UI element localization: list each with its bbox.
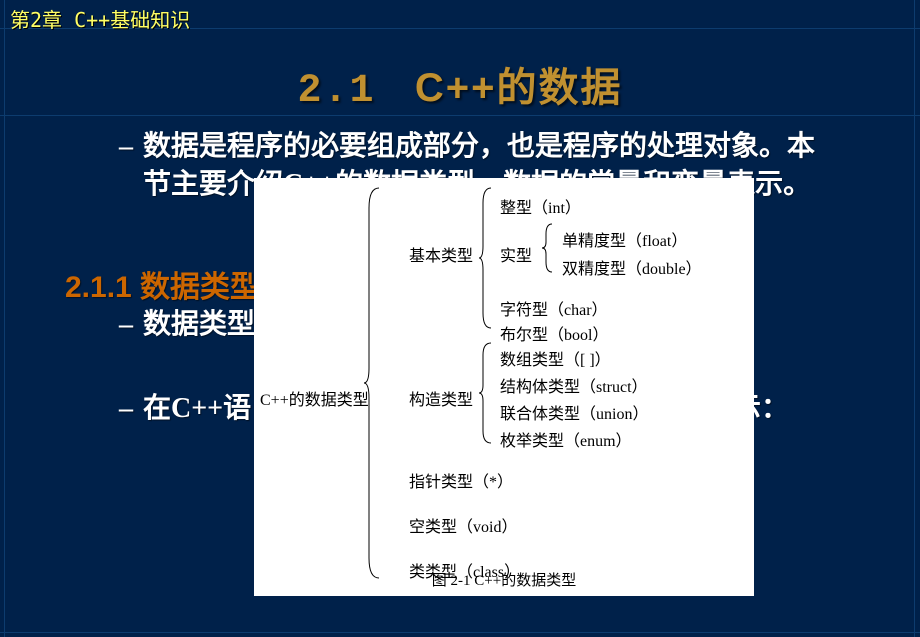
diagram-root-label: C++的数据类型	[260, 386, 369, 410]
diagram-int-label: 整型（int）	[500, 194, 581, 218]
subsection-heading: 2.1.1 数据类型	[65, 262, 260, 306]
brace-icon	[364, 188, 384, 578]
type-hierarchy-diagram: C++的数据类型 基本类型 整型（int） 实型 单精度型（float） 双精度…	[254, 178, 754, 596]
section-number: 2.1	[298, 69, 376, 114]
diagram-double-label: 双精度型（double）	[562, 255, 702, 279]
diagram-struct-label: 结构体类型（struct）	[500, 373, 648, 397]
section-title-text: C++的数据	[415, 66, 623, 110]
brace-icon	[479, 188, 495, 328]
diagram-bool-label: 布尔型（bool）	[500, 321, 608, 345]
diagram-real-label: 实型	[500, 242, 532, 266]
diagram-union-label: 联合体类型（union）	[500, 400, 648, 424]
diagram-char-label: 字符型（char）	[500, 296, 608, 320]
diagram-array-label: 数组类型（[ ]）	[500, 346, 611, 370]
diagram-float-label: 单精度型（float）	[562, 227, 687, 251]
chapter-label: 第2章 C++基础知识	[10, 4, 190, 33]
section-title: 2.1 C++的数据	[0, 55, 920, 114]
diagram-basic-label: 基本类型	[409, 242, 473, 266]
brace-icon	[479, 343, 495, 443]
diagram-caption: 图 2-1 C++的数据类型	[254, 569, 754, 590]
diagram-pointer-label: 指针类型（*）	[409, 468, 513, 492]
diagram-void-label: 空类型（void）	[409, 513, 517, 537]
brace-icon	[542, 224, 556, 272]
diagram-construct-label: 构造类型	[409, 386, 473, 410]
diagram-enum-label: 枚举类型（enum）	[500, 427, 632, 451]
